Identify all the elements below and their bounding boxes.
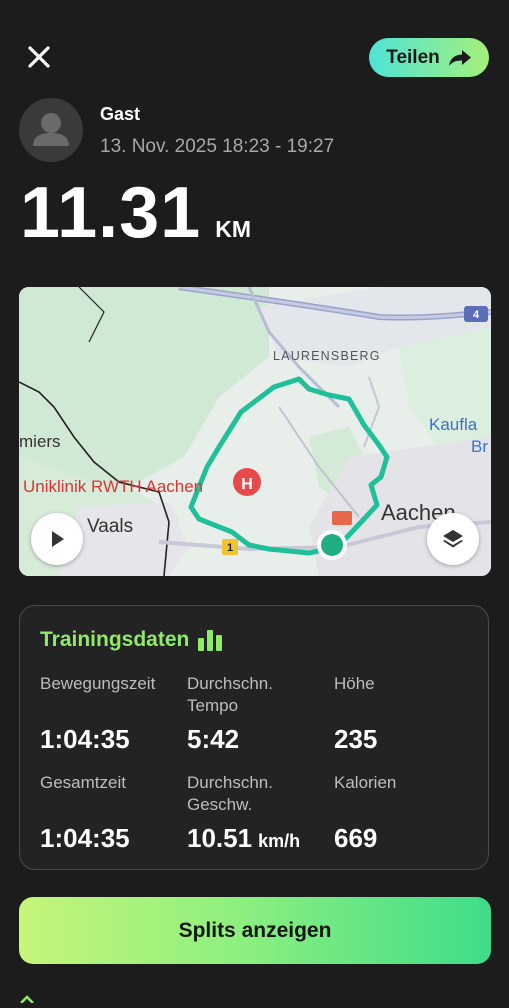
map-canvas: 4 1 H LAURENSBERG Uniklinik RWTH Aachen … (19, 287, 491, 576)
play-icon (52, 531, 64, 547)
map-label-br: Br (471, 437, 488, 456)
avg-pace-label-line1: Durchschn. (187, 674, 273, 693)
avatar (19, 98, 83, 162)
share-arrow-icon (448, 49, 471, 66)
play-route-button[interactable] (31, 513, 83, 565)
moving-time-label: Bewegungszeit (40, 674, 156, 693)
close-icon (28, 46, 50, 68)
avg-speed-label: Durchschn. Geschw. (187, 772, 273, 816)
training-title-text: Trainingsdaten (40, 628, 190, 651)
avg-speed-label-line2: Geschw. (187, 795, 253, 814)
road-4-label: 4 (473, 309, 480, 321)
map-label-vaals: Vaals (87, 516, 133, 537)
map-label-laurensberg: LAURENSBERG (273, 349, 381, 363)
person-icon (33, 113, 69, 146)
avg-speed-label-line1: Durchschn. (187, 773, 273, 792)
road-1-label: 1 (227, 542, 233, 554)
avg-speed-unit: km/h (258, 831, 301, 851)
training-data-card: Trainingsdaten Bewegungszeit 1:04:35 Dur… (19, 605, 489, 870)
total-time-value: 1:04:35 (40, 823, 130, 853)
svg-text:H: H (241, 476, 253, 493)
route-map[interactable]: 4 1 H LAURENSBERG Uniklinik RWTH Aachen … (19, 287, 491, 576)
calories-label: Kalorien (334, 773, 397, 792)
training-data-title: Trainingsdaten (40, 628, 223, 652)
user-name: Gast (100, 104, 141, 124)
elevation-value: 235 (334, 724, 378, 754)
avg-speed-number: 10.51 (187, 823, 253, 853)
activity-date-range: 13. Nov. 2025 18:23 - 19:27 (100, 136, 335, 157)
next-section-peek (19, 990, 79, 1004)
elevation-label: Höhe (334, 674, 375, 693)
avg-pace-label: Durchschn. Tempo (187, 673, 273, 717)
map-label-miers: miers (19, 432, 61, 451)
distance-display: 11.31 KM (20, 172, 251, 254)
layers-icon (443, 530, 463, 548)
avg-pace-value: 5:42 (187, 724, 240, 754)
map-label-kaufland: Kaufla (429, 415, 478, 434)
bar-chart-icon (198, 630, 223, 651)
map-label-uniklinik: Uniklinik RWTH Aachen (23, 477, 203, 496)
share-button[interactable]: Teilen (369, 38, 489, 77)
avg-pace-label-line2: Tempo (187, 696, 239, 715)
distance-value: 11.31 (20, 173, 202, 253)
total-time-label: Gesamtzeit (40, 773, 126, 792)
map-layers-button[interactable] (427, 513, 479, 565)
moving-time-value: 1:04:35 (40, 724, 130, 754)
close-button[interactable] (22, 40, 56, 74)
show-splits-button[interactable]: Splits anzeigen (19, 897, 491, 964)
calories-value: 669 (334, 823, 378, 853)
avg-speed-value: 10.51 km/h (187, 823, 300, 854)
distance-unit: KM (215, 216, 251, 242)
share-label: Teilen (386, 46, 440, 68)
